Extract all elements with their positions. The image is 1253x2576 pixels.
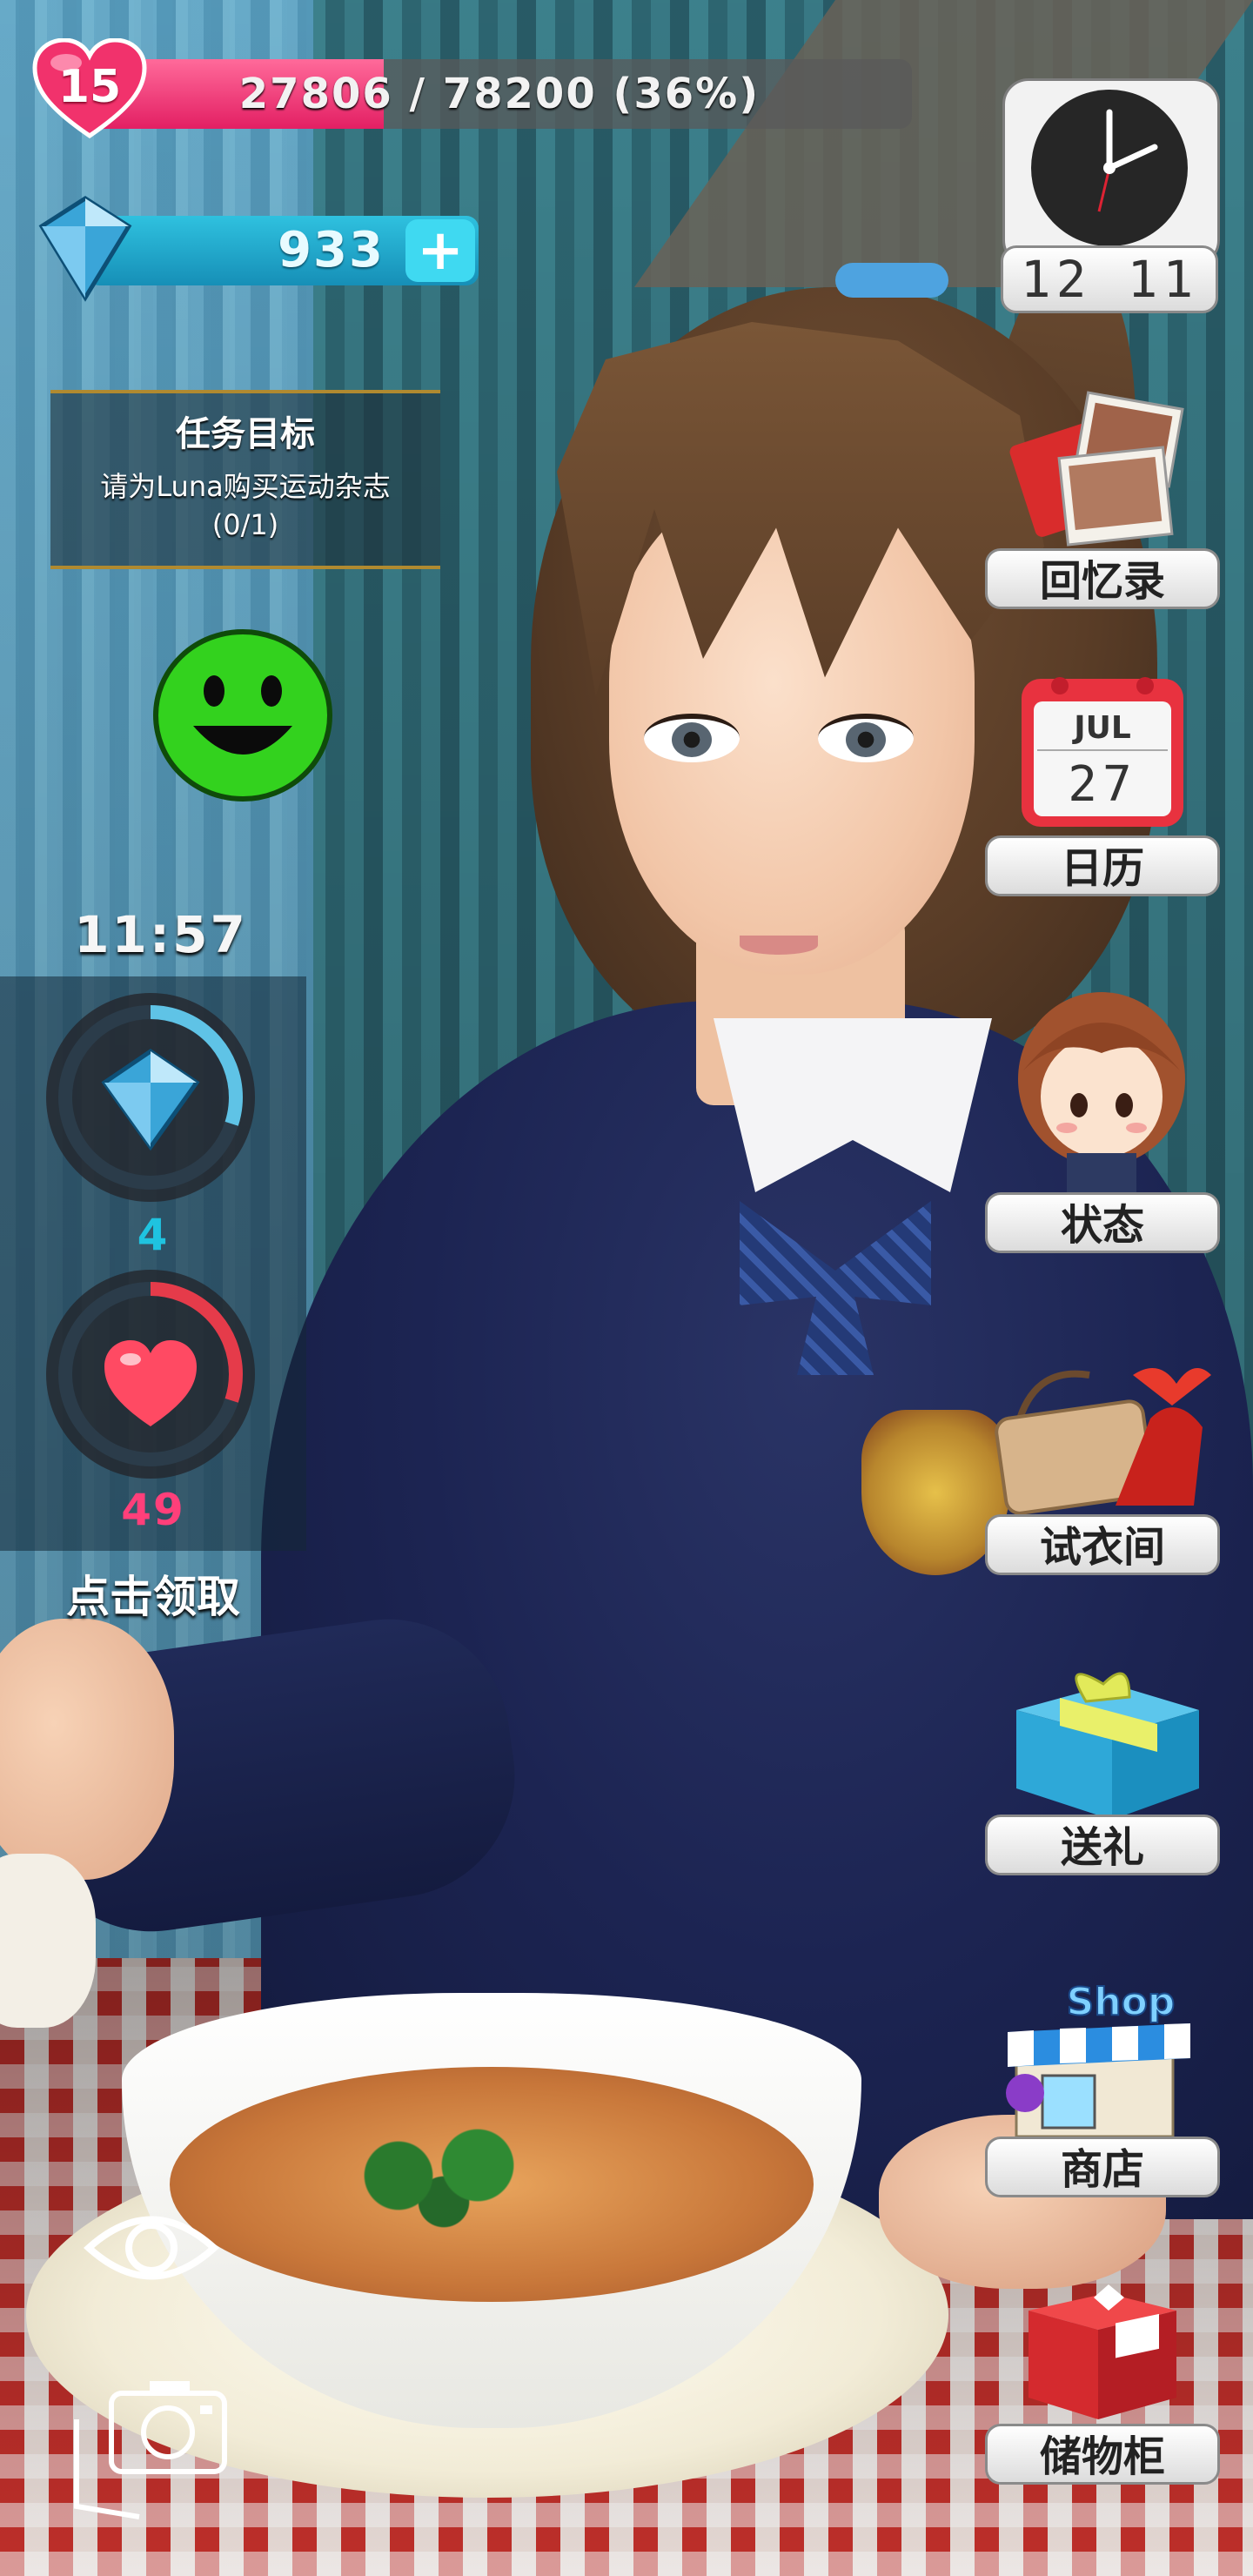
dressing-room-button[interactable]: 试衣间 <box>985 1340 1220 1575</box>
storage-box-icon <box>1029 2284 1176 2419</box>
quest-title: 任务目标 <box>176 414 315 454</box>
heart-reward-count: 49 <box>121 1485 185 1535</box>
gift-box-icon <box>1016 1672 1199 1820</box>
add-gems-button[interactable]: + <box>405 219 475 282</box>
clock-frame <box>1002 78 1220 266</box>
clock-button[interactable]: 12 11 <box>1001 78 1220 313</box>
xp-bar: 27806 / 78200 (36%) <box>87 59 912 129</box>
dressing-room-label: 试衣间 <box>985 1514 1220 1575</box>
shoes-bag-icon <box>995 1368 1211 1515</box>
napkin <box>0 1854 96 2028</box>
mood-indicator[interactable] <box>151 628 334 802</box>
hair-clip <box>835 263 948 298</box>
calendar-month: JUL <box>1071 710 1131 746</box>
eye-icon <box>84 2216 219 2280</box>
clock-time: 12 11 <box>1001 245 1218 313</box>
level-badge: 15 <box>31 37 148 143</box>
gem-count: 933 <box>278 222 385 278</box>
calendar-label: 日历 <box>985 835 1220 896</box>
shop-sign: Shop <box>1067 1980 1176 2024</box>
heart-reward-ring <box>46 1270 255 1479</box>
shop-label: 商店 <box>985 2137 1220 2197</box>
status-button[interactable]: 状态 <box>985 975 1220 1253</box>
gem-reward-count: 4 <box>137 1210 170 1260</box>
memories-label: 回忆录 <box>985 548 1220 609</box>
quest-progress: (0/1) <box>211 508 279 541</box>
clock-icon <box>1031 90 1188 246</box>
calendar-icon: JUL 27 <box>1022 677 1183 827</box>
status-label: 状态 <box>985 1192 1220 1253</box>
reward-panel[interactable]: 4 49 <box>0 976 306 1551</box>
storage-button[interactable]: 储物柜 <box>985 2276 1220 2485</box>
hide-ui-button[interactable] <box>84 2200 219 2296</box>
xp-text: 27806 / 78200 (36%) <box>238 70 761 118</box>
character-eye-left <box>644 714 740 762</box>
memories-button[interactable]: 回忆录 <box>985 383 1220 609</box>
shop-icon: Shop <box>1006 1979 1190 2137</box>
calendar-button[interactable]: JUL 27 日历 <box>985 670 1220 896</box>
gift-label: 送礼 <box>985 1815 1220 1875</box>
quest-panel[interactable]: 任务目标 请为Luna购买运动杂志 (0/1) <box>50 390 440 569</box>
smiley-icon <box>153 629 332 802</box>
claim-reward-button[interactable]: 点击领取 <box>0 1562 306 1625</box>
character-mouth <box>740 936 818 955</box>
photos-icon <box>1009 391 1184 547</box>
soup-garnish <box>331 2123 557 2228</box>
gem-reward-ring <box>46 993 255 1202</box>
chibi-avatar-icon <box>1018 992 1185 1192</box>
camera-button[interactable] <box>70 2367 244 2524</box>
quest-description: 请为Luna购买运动杂志 <box>100 470 391 503</box>
camera-icon <box>74 2381 227 2519</box>
gift-button[interactable]: 送礼 <box>985 1649 1220 1875</box>
character-eye-right <box>818 714 914 762</box>
character-hand-left <box>0 1619 174 1880</box>
reward-timer: 11:57 <box>74 905 248 964</box>
diamond-icon <box>24 191 146 305</box>
storage-label: 储物柜 <box>985 2424 1220 2485</box>
shop-button[interactable]: Shop 商店 <box>985 1971 1220 2197</box>
level-number: 15 <box>57 61 122 113</box>
calendar-day: 27 <box>1068 756 1136 813</box>
